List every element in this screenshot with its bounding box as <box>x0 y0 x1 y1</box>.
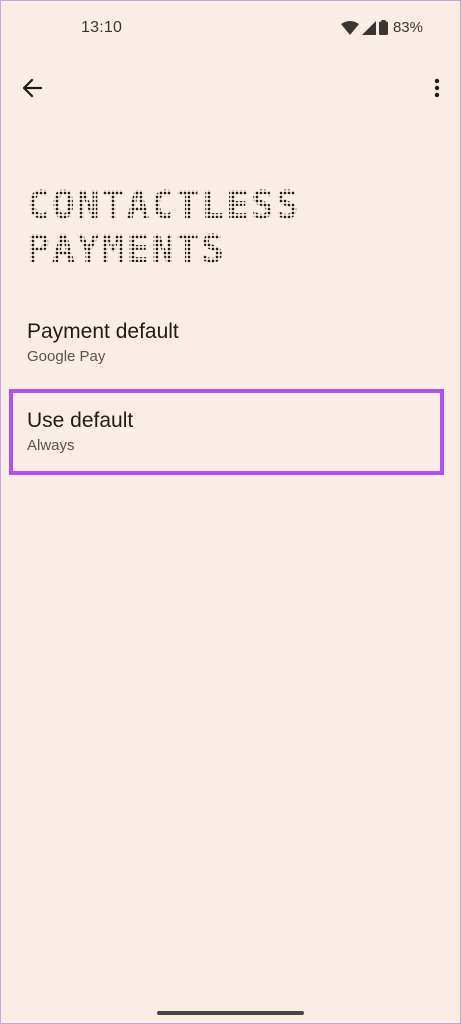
gesture-nav-handle[interactable] <box>157 1011 304 1015</box>
screen-frame <box>0 0 461 1024</box>
page-title: CONTACTLESS PAYMENTS <box>27 183 427 271</box>
payment-default-title: Payment default <box>27 320 179 343</box>
app-bar <box>0 64 461 114</box>
wifi-icon <box>340 20 359 35</box>
more-options-button[interactable] <box>425 74 449 106</box>
more-vert-icon <box>434 78 440 103</box>
battery-percent: 83% <box>392 19 423 36</box>
use-default-title: Use default <box>27 409 134 432</box>
page-title-line2: PAYMENTS <box>27 227 227 271</box>
arrow-back-icon <box>21 77 43 104</box>
back-button[interactable] <box>16 74 48 106</box>
battery-icon <box>378 20 388 35</box>
payment-default-summary: Google Pay <box>27 348 106 365</box>
status-bar: 13:10 83% <box>0 0 461 58</box>
use-default-item[interactable]: Use default Always <box>0 388 461 480</box>
page-title-line1: CONTACTLESS <box>27 183 301 227</box>
use-default-summary: Always <box>27 437 75 454</box>
status-icons: 83% <box>340 19 423 36</box>
status-time: 13:10 <box>81 19 123 36</box>
payment-default-item[interactable]: Payment default Google Pay <box>0 310 461 380</box>
signal-icon <box>361 20 376 35</box>
